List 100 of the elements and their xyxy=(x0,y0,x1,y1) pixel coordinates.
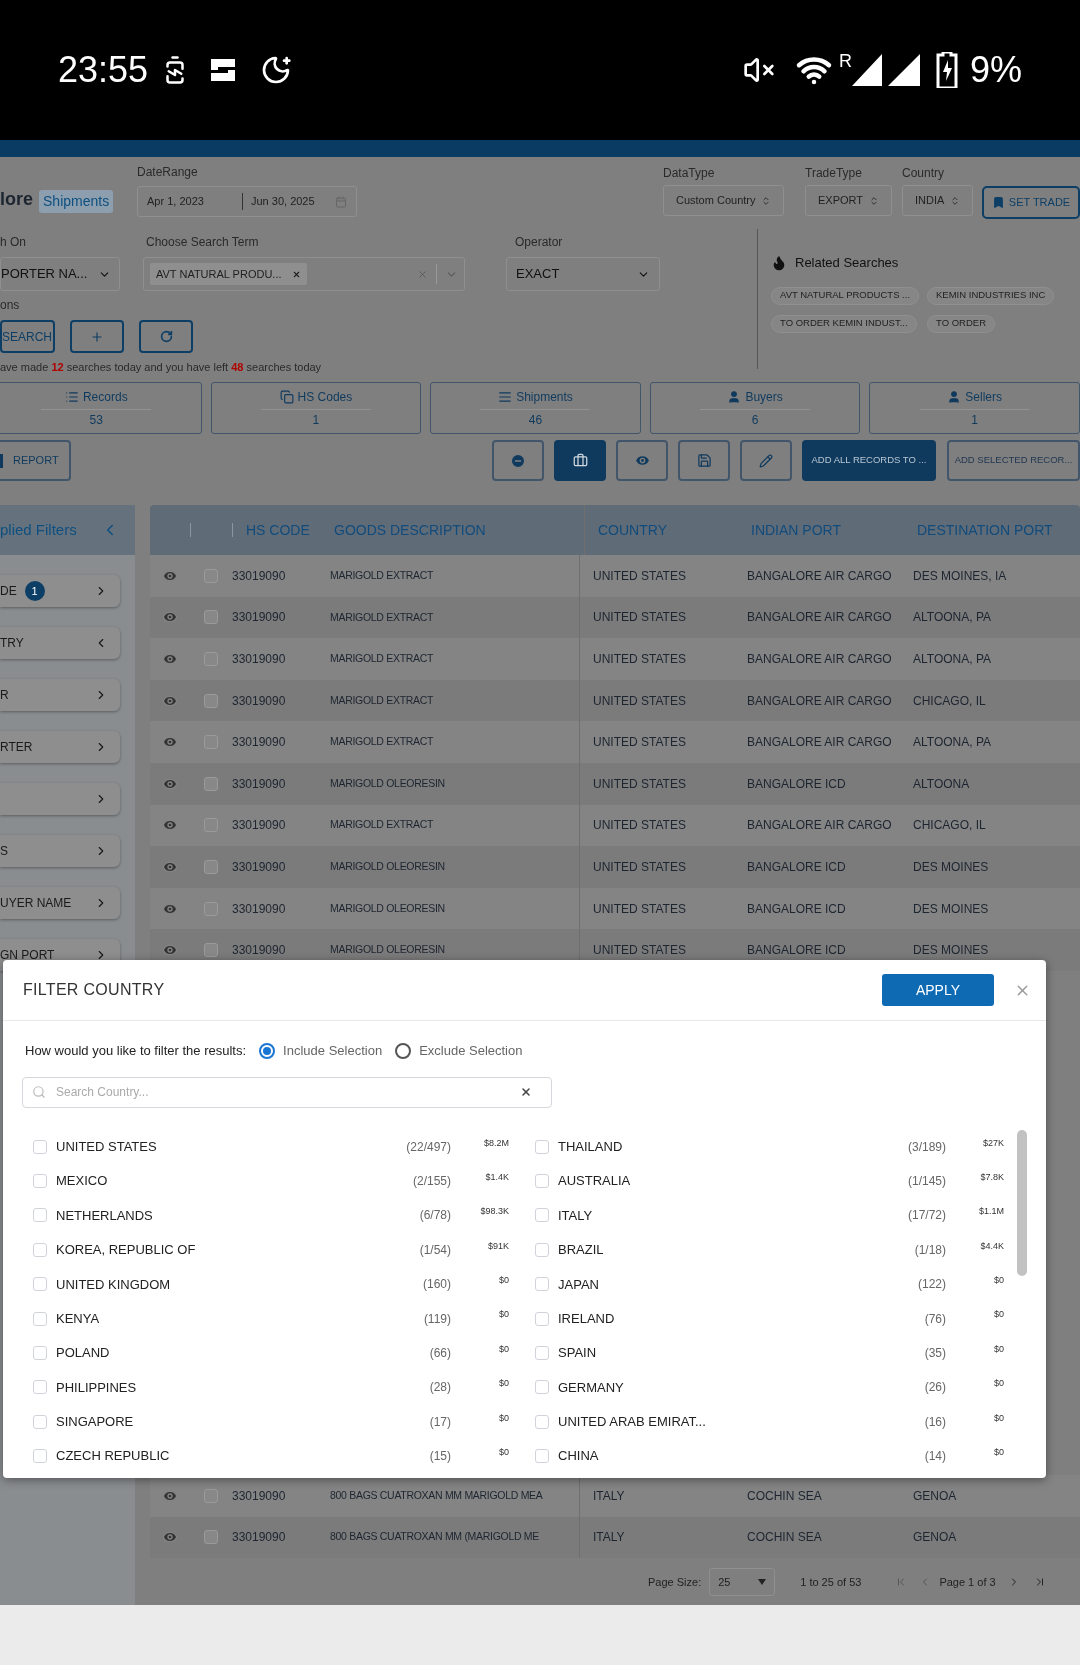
set-trade-button[interactable]: SET TRADE xyxy=(982,186,1080,219)
table-cell-text: BANGALORE AIR CARGO xyxy=(747,609,893,627)
checkbox[interactable] xyxy=(33,1380,47,1395)
related-search-chip[interactable]: AVT NATURAL PRODUCTS ... xyxy=(771,286,920,305)
search-term-field[interactable]: AVT NATURAL PRODU... xyxy=(143,257,465,291)
checkbox[interactable] xyxy=(204,693,218,708)
checkbox[interactable] xyxy=(204,859,218,874)
related-search-chip[interactable]: TO ORDER xyxy=(927,314,995,333)
checkbox[interactable] xyxy=(33,1139,47,1154)
table-cell-text: MARIGOLD OLEORESIN xyxy=(330,900,445,916)
table-cell-text: ALTOONA, PA xyxy=(913,609,992,627)
related-search-chip[interactable]: TO ORDER KEMIN INDUST... xyxy=(771,314,917,333)
checkbox[interactable] xyxy=(535,1449,549,1464)
table-cell-text: BANGALORE AIR CARGO xyxy=(747,567,893,585)
table-cell-text: UNITED STATES xyxy=(592,651,687,668)
checkbox[interactable] xyxy=(33,1277,47,1292)
filter-item[interactable]: TRY xyxy=(0,627,120,659)
checkbox[interactable] xyxy=(33,1208,47,1223)
stat-card[interactable]: HS Codes 1 xyxy=(210,382,422,434)
checkbox[interactable] xyxy=(535,1208,549,1223)
checkbox[interactable] xyxy=(535,1311,549,1326)
country-name: SINGAPORE xyxy=(56,1413,135,1432)
search-quota-text: ave made 12 searches today and you have left 48 searches today xyxy=(0,360,322,375)
search-on-dropdown[interactable]: PORTER NA... xyxy=(0,257,120,291)
checkbox[interactable] xyxy=(535,1346,549,1361)
checkbox[interactable] xyxy=(535,1414,549,1429)
country-count: (1/54) xyxy=(419,1241,451,1259)
operator-dropdown[interactable]: EXACT xyxy=(506,257,660,291)
checkbox[interactable] xyxy=(535,1242,549,1257)
refresh-button[interactable] xyxy=(139,320,193,353)
filter-item[interactable]: DE 1 xyxy=(0,575,120,607)
radio-button[interactable] xyxy=(395,1042,412,1059)
radio-label: Include Selection xyxy=(283,1042,383,1060)
table-cell-text: DES MOINES, IA xyxy=(913,567,1007,585)
view-button[interactable] xyxy=(616,440,668,481)
country-name: AUSTRALIA xyxy=(558,1172,632,1191)
add-selected-records-button[interactable]: ADD SELECTED RECOR... xyxy=(947,440,1080,481)
stat-label: HS Codes xyxy=(297,389,353,406)
add-all-records-button[interactable]: ADD ALL RECORDS TO ... xyxy=(802,440,936,481)
date-range-field[interactable]: Apr 1, 2023 Jun 30, 2025 xyxy=(137,186,357,217)
checkbox[interactable] xyxy=(33,1174,47,1189)
table-cell: MARIGOLD OLEORESIN xyxy=(330,859,445,875)
checkbox[interactable] xyxy=(204,943,218,958)
count-badge: 1 xyxy=(24,581,45,601)
checkbox[interactable] xyxy=(33,1414,47,1429)
checkbox[interactable] xyxy=(204,1488,218,1503)
country-name: KENYA xyxy=(56,1309,101,1328)
signal-icon xyxy=(887,54,920,86)
filter-item[interactable]: R xyxy=(0,679,120,711)
report-button[interactable]: REPORT xyxy=(0,440,71,481)
stat-card[interactable]: Records 53 xyxy=(0,382,202,434)
country-name: MEXICO xyxy=(56,1172,109,1191)
checkbox[interactable] xyxy=(33,1449,47,1464)
table-cell-text: 800 BAGS CUATROXAN MM MARIGOLD MEA xyxy=(330,1487,543,1503)
country-value: $27K xyxy=(981,1136,1004,1150)
country-count: (15) xyxy=(429,1448,451,1466)
filter-item[interactable] xyxy=(0,783,120,815)
search-button[interactable]: SEARCH xyxy=(0,320,55,353)
dropdown[interactable]: INDIA xyxy=(902,185,974,216)
radio-button[interactable] xyxy=(259,1042,276,1059)
country-name: KOREA, REPUBLIC OF xyxy=(56,1241,197,1260)
table-cell-text: ITALY xyxy=(592,1487,626,1505)
dropdown[interactable]: Custom Country xyxy=(663,185,785,216)
table-cell-text: ALTOONA xyxy=(913,775,970,793)
checkbox[interactable] xyxy=(33,1346,47,1361)
scrollbar[interactable] xyxy=(1017,1129,1027,1276)
table-cell-text: 800 BAGS CUATROXAN MM (MARIGOLD ME xyxy=(330,1529,539,1545)
remove-button[interactable] xyxy=(492,440,544,481)
country-count: (76) xyxy=(924,1310,946,1328)
search-field[interactable]: Search Country... xyxy=(22,1076,552,1108)
briefcase-button[interactable] xyxy=(554,440,606,481)
page-size-dropdown[interactable]: 25 xyxy=(709,1568,776,1597)
checkbox[interactable] xyxy=(204,776,218,791)
apply-button[interactable]: APPLY xyxy=(882,974,994,1006)
signal-icon xyxy=(851,54,882,86)
stat-card[interactable]: Shipments 46 xyxy=(430,382,641,434)
search-term-chip[interactable]: AVT NATURAL PRODU... xyxy=(150,262,307,286)
checkbox[interactable] xyxy=(33,1311,47,1326)
stat-card[interactable]: Buyers 6 xyxy=(649,382,861,434)
country-count: (2/155) xyxy=(412,1173,451,1191)
country-value: $0 xyxy=(498,1411,509,1425)
edit-button[interactable] xyxy=(740,440,792,481)
briefcase-icon xyxy=(572,453,588,468)
checkbox[interactable] xyxy=(535,1277,549,1292)
filter-item[interactable]: RTER xyxy=(0,731,120,763)
checkbox[interactable] xyxy=(535,1139,549,1154)
checkbox[interactable] xyxy=(535,1380,549,1395)
checkbox[interactable] xyxy=(33,1242,47,1257)
checkbox[interactable] xyxy=(535,1174,549,1189)
dropdown[interactable]: EXPORT xyxy=(805,185,893,216)
filter-item[interactable]: UYER NAME xyxy=(0,887,120,919)
filter-item[interactable]: S xyxy=(0,835,120,867)
remove-icon[interactable] xyxy=(291,269,301,279)
checkbox[interactable] xyxy=(204,610,218,625)
stat-card[interactable]: Sellers 1 xyxy=(869,382,1080,434)
clear-icon[interactable] xyxy=(520,1085,532,1098)
add-button[interactable] xyxy=(70,320,124,353)
related-search-chip[interactable]: KEMIN INDUSTRIES INC xyxy=(927,286,1055,305)
save-button[interactable] xyxy=(678,440,730,481)
checkbox[interactable] xyxy=(204,1530,218,1545)
